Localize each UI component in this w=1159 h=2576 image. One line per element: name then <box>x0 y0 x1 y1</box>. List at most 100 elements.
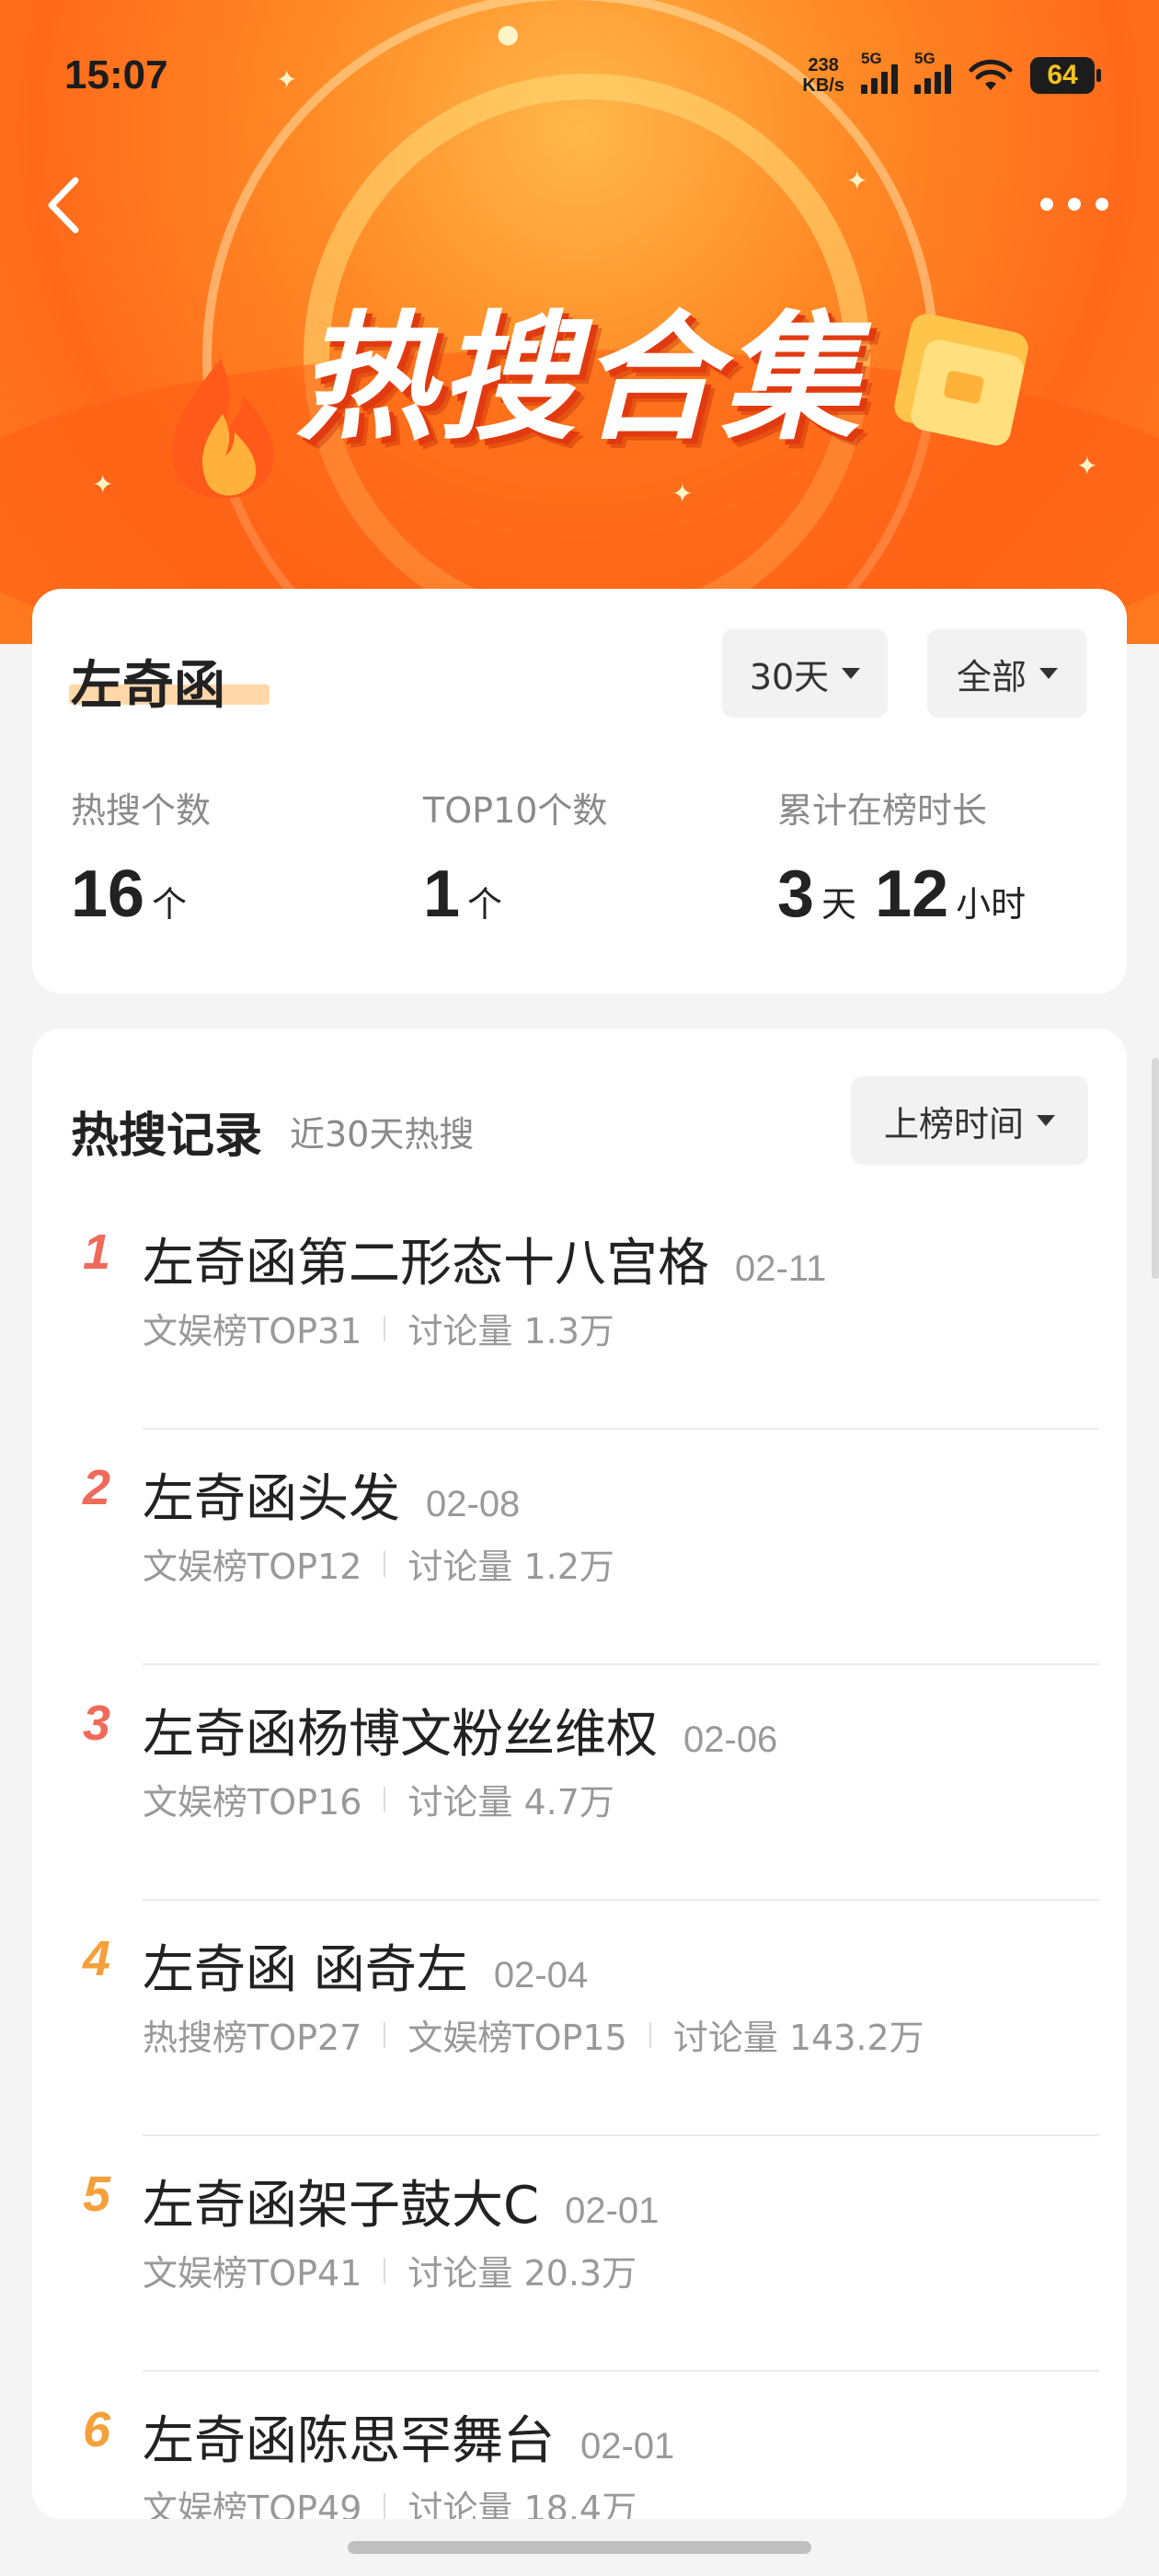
record-meta-tag: 讨论量 4.7万 <box>407 1782 614 1823</box>
record-rank: 6 <box>83 2402 111 2457</box>
record-item[interactable]: 3 左奇函杨博文粉丝维权 02-06 文娱榜TOP16 讨论量 4.7万 <box>32 1665 1127 1901</box>
hero-banner: ✦ ● ✦ ✦ ✦ ✦ 15:07 238 KB/s 5G 5G 64 热搜合集 <box>0 0 1159 644</box>
sparkle-icon: ✦ <box>846 166 868 196</box>
record-item[interactable]: 5 左奇函架子鼓大C 02-01 文娱榜TOP41 讨论量 20.3万 <box>32 2136 1127 2372</box>
sim1-label: 5G <box>861 50 882 67</box>
record-title-line: 左奇函杨博文粉丝维权 02-06 <box>143 1693 777 1767</box>
record-meta-tag: 讨论量 1.3万 <box>407 1311 614 1351</box>
period-filter-dropdown[interactable]: 30天 <box>722 629 888 718</box>
sparkle-icon: ✦ <box>92 469 114 500</box>
signal-icon: 5G <box>914 50 951 94</box>
record-title: 左奇函第二形态十八宫格 <box>143 1234 709 1294</box>
record-meta-tag: 热搜榜TOP27 <box>143 2018 362 2058</box>
folder-icon <box>894 314 1028 446</box>
records-subtitle: 近30天热搜 <box>290 1114 475 1155</box>
sparkle-icon: ✦ <box>671 478 694 509</box>
record-meta: 文娱榜TOP16 讨论量 4.7万 <box>143 1774 614 1824</box>
record-date: 02-01 <box>580 2426 675 2467</box>
record-meta-tag: 讨论量 20.3万 <box>407 2253 637 2294</box>
record-rank: 5 <box>83 2167 111 2222</box>
meta-separator <box>384 2492 386 2519</box>
caret-down-icon <box>842 668 861 679</box>
record-date: 02-08 <box>426 1484 521 1524</box>
scrollbar[interactable] <box>1152 1058 1159 1279</box>
sort-dropdown[interactable]: 上榜时间 <box>851 1076 1088 1165</box>
more-options-icon[interactable] <box>1038 184 1111 224</box>
record-meta-tag: 文娱榜TOP16 <box>143 1782 362 1823</box>
meta-separator <box>384 2257 386 2283</box>
record-title: 左奇函架子鼓大C <box>143 2176 540 2236</box>
network-speed-unit: KB/s <box>802 75 844 96</box>
record-title-line: 左奇函架子鼓大C 02-01 <box>143 2164 659 2238</box>
stat-unit: 个 <box>467 884 503 925</box>
stat-unit: 小时 <box>956 884 1027 925</box>
meta-separator <box>384 1786 386 1812</box>
stat-label: 累计在榜时长 <box>777 790 988 831</box>
period-filter-label: 30天 <box>749 656 830 697</box>
record-meta: 文娱榜TOP31 讨论量 1.3万 <box>143 1303 614 1353</box>
record-meta-tag: 文娱榜TOP31 <box>143 1311 362 1351</box>
summary-card: 左奇函 30天 全部 热搜个数 16 个 TOP10个数 1 个 累计在榜时长 … <box>32 589 1127 994</box>
sparkle-icon: ● <box>497 18 520 49</box>
home-indicator[interactable] <box>348 2541 811 2554</box>
stat-label: TOP10个数 <box>423 790 608 831</box>
stat-value: 12 <box>875 857 949 931</box>
network-speed-value: 238 <box>808 55 839 75</box>
stat-value: 1 <box>423 857 461 931</box>
record-title: 左奇函头发 <box>143 1469 400 1529</box>
record-rank: 4 <box>83 1931 111 1986</box>
record-meta-tag: 讨论量 143.2万 <box>672 2018 924 2058</box>
category-filter-dropdown[interactable]: 全部 <box>927 629 1087 718</box>
record-rank: 1 <box>83 1225 111 1280</box>
stat-unit: 个 <box>152 884 188 925</box>
caret-down-icon <box>1037 1115 1055 1126</box>
record-date: 02-11 <box>735 1248 827 1289</box>
record-item[interactable]: 6 左奇函陈思罕舞台 02-01 文娱榜TOP49 讨论量 18.4万 <box>32 2372 1127 2519</box>
record-item[interactable]: 2 左奇函头发 02-08 文娱榜TOP12 讨论量 1.2万 <box>32 1430 1127 1665</box>
record-title-line: 左奇函 函奇左 02-04 <box>143 1928 588 2003</box>
stat-value: 3 <box>777 857 815 931</box>
record-title-line: 左奇函陈思罕舞台 02-01 <box>143 2399 674 2474</box>
stat-unit: 天 <box>821 884 857 925</box>
caret-down-icon <box>1039 668 1058 679</box>
sim2-label: 5G <box>914 50 935 67</box>
record-meta-tag: 文娱榜TOP41 <box>143 2253 362 2294</box>
record-meta-tag: 讨论量 18.4万 <box>407 2489 637 2519</box>
record-meta: 文娱榜TOP12 讨论量 1.2万 <box>143 1538 614 1589</box>
record-meta-tag: 文娱榜TOP15 <box>407 2018 627 2058</box>
record-date: 02-01 <box>565 2191 660 2231</box>
celebrity-name: 左奇函 <box>71 656 225 716</box>
record-date: 02-06 <box>683 1719 778 1760</box>
record-meta-tag: 文娱榜TOP49 <box>143 2489 362 2519</box>
record-meta-tag: 讨论量 1.2万 <box>407 1547 614 1587</box>
record-item[interactable]: 4 左奇函 函奇左 02-04 热搜榜TOP27 文娱榜TOP15 讨论量 143.2万 <box>32 1901 1127 2136</box>
record-title: 左奇函杨博文粉丝维权 <box>143 1705 658 1765</box>
sort-label: 上榜时间 <box>883 1103 1024 1144</box>
network-speed: 238 KB/s <box>802 55 844 96</box>
record-meta: 文娱榜TOP49 讨论量 18.4万 <box>143 2480 637 2519</box>
record-meta-tag: 文娱榜TOP12 <box>143 1547 362 1587</box>
record-title-line: 左奇函头发 02-08 <box>143 1457 520 1532</box>
records-card: 热搜记录 近30天热搜 上榜时间 1 左奇函第二形态十八宫格 02-11 文娱榜TOP… <box>32 1029 1127 2519</box>
stat-top10-count: TOP10个数 1 个 <box>423 782 607 932</box>
record-meta: 热搜榜TOP27 文娱榜TOP15 讨论量 143.2万 <box>143 2009 924 2060</box>
stat-value: 16 <box>71 857 145 931</box>
meta-separator <box>384 1550 386 1577</box>
status-time: 15:07 <box>64 52 168 98</box>
back-arrow-icon[interactable] <box>39 173 94 237</box>
wifi-icon <box>969 59 1013 90</box>
meta-separator <box>648 2021 651 2048</box>
signal-icon: 5G <box>861 50 898 94</box>
record-rank: 2 <box>83 1460 111 1515</box>
stat-total-duration: 累计在榜时长 3 天 12 小时 <box>777 782 1026 932</box>
record-date: 02-04 <box>493 1955 589 1995</box>
status-bar: 15:07 238 KB/s 5G 5G 64 <box>64 48 1101 103</box>
stat-hot-count: 热搜个数 16 个 <box>71 782 211 932</box>
record-meta: 文娱榜TOP41 讨论量 20.3万 <box>143 2245 637 2295</box>
meta-separator <box>384 2021 386 2048</box>
battery-level: 64 <box>1047 60 1078 90</box>
record-item[interactable]: 1 左奇函第二形态十八宫格 02-11 文娱榜TOP31 讨论量 1.3万 <box>32 1194 1127 1430</box>
record-rank: 3 <box>83 1696 111 1751</box>
battery-icon: 64 <box>1030 57 1101 94</box>
category-filter-label: 全部 <box>956 656 1027 697</box>
